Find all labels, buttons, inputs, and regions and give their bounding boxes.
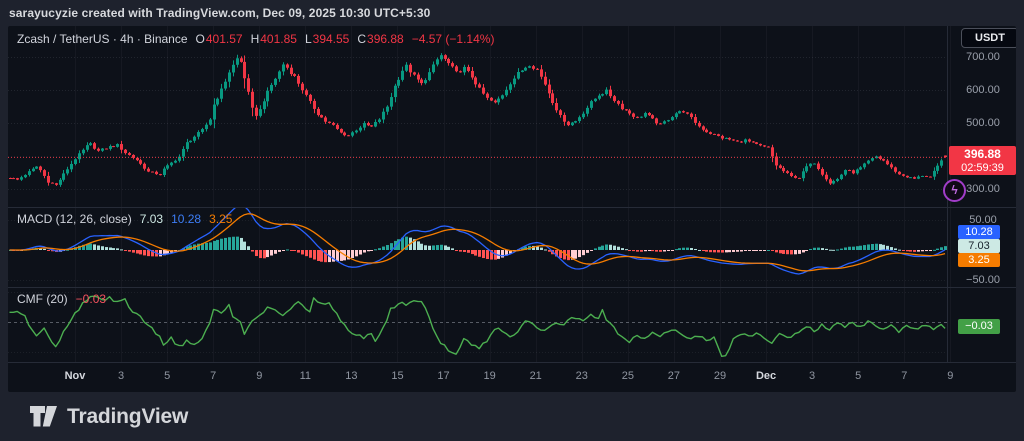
attribution-text: sarayucyzie created with TradingView.com… [9,6,430,20]
change-value: −4.57 (−1.14%) [412,32,495,46]
ohlc-high: H401.85 [251,32,297,46]
time-tick-label: 7 [190,370,236,383]
chart-canvas[interactable] [8,26,1016,392]
time-tick-label: 9 [927,370,973,383]
time-tick-label: 3 [98,370,144,383]
time-tick-label: 13 [328,370,374,383]
macd-signal-badge: 3.25 [958,253,1000,267]
time-tick-label: 25 [605,370,651,383]
macd-line-value: 10.28 [171,212,201,226]
bar-countdown: 02:59:39 [949,162,1016,174]
price-tick-label: 600.00 [952,84,1014,97]
current-price-badge: 396.88 02:59:39 [949,146,1016,175]
ohlc-open: O401.57 [196,32,243,46]
time-tick-label: 19 [467,370,513,383]
cmf-value: −0.03 [76,292,106,306]
ohlc-close: C396.88 [357,32,403,46]
price-tick-label: 700.00 [952,51,1014,64]
macd-signal-value: 3.25 [209,212,232,226]
time-tick-label: 11 [282,370,328,383]
price-tick-label: 500.00 [952,117,1014,130]
time-tick-label: 27 [651,370,697,383]
cmf-title[interactable]: CMF (20) [17,292,68,306]
macd-line-badge: 10.28 [958,225,1000,239]
symbol-legend: Zcash / TetherUS · 4h · Binance O401.57 … [17,32,494,46]
footer-bar: TradingView [0,392,1024,441]
time-tick-label: 15 [374,370,420,383]
current-price: 396.88 [949,147,1016,162]
attribution-bar: sarayucyzie created with TradingView.com… [0,0,1024,26]
chart-widget: Zcash / TetherUS · 4h · Binance O401.57 … [8,26,1016,392]
macd-legend: MACD (12, 26, close) 7.03 10.28 3.25 [17,212,232,226]
cmf-badge: −0.03 [958,319,1000,334]
macd-hist-value: 7.03 [140,212,163,226]
time-tick-label: Dec [743,370,789,383]
time-tick-label: 5 [835,370,881,383]
time-tick-label: Nov [52,370,98,383]
currency-button[interactable]: USDT [961,28,1016,48]
time-tick-label: 9 [236,370,282,383]
ohlc-low: L394.55 [305,32,349,46]
price-tick-label: 300.00 [952,183,1014,196]
macd-hist-badge: 7.03 [958,239,1000,253]
time-tick-label: 29 [697,370,743,383]
time-tick-label: 5 [144,370,190,383]
time-tick-label: 21 [513,370,559,383]
time-tick-label: 7 [881,370,927,383]
macd-title[interactable]: MACD (12, 26, close) [17,212,132,226]
symbol-title[interactable]: Zcash / TetherUS · 4h · Binance [17,32,188,46]
macd-tick-label: 50.00 [952,214,1014,227]
time-tick-label: 23 [559,370,605,383]
time-tick-label: 17 [421,370,467,383]
tradingview-logo-icon[interactable] [30,406,57,427]
tradingview-wordmark[interactable]: TradingView [67,405,188,429]
time-tick-label: 3 [789,370,835,383]
cmf-legend: CMF (20) −0.03 [17,292,106,306]
macd-tick-label: −50.00 [952,274,1014,287]
